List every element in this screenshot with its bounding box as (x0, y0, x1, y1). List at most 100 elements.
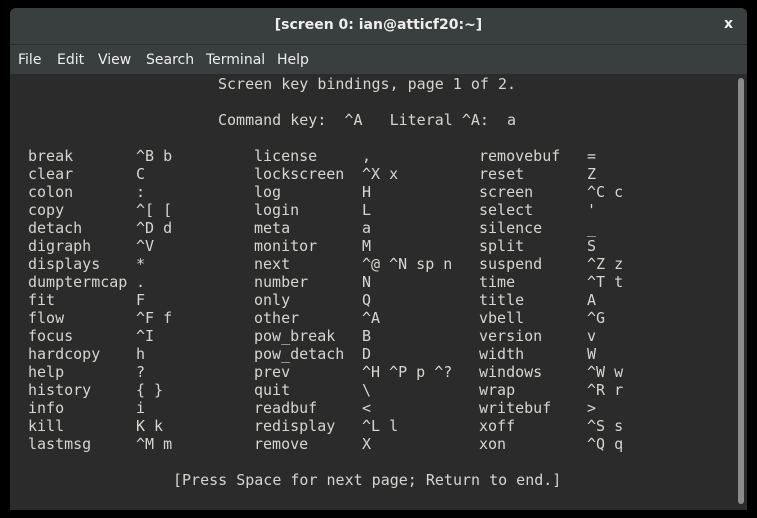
command-name: xoff (479, 417, 516, 435)
footer-prompt: [Press Space for next page; Return to en… (173, 471, 562, 489)
key-binding: ^Z z (587, 255, 624, 273)
command-name: wrap (479, 381, 516, 399)
key-binding: Q (362, 291, 372, 309)
key-binding: F (136, 291, 146, 309)
command-name: readbuf (254, 399, 318, 417)
key-binding: A (587, 291, 597, 309)
command-name: number (254, 273, 309, 291)
command-name: prev (254, 363, 291, 381)
command-name: help (28, 363, 65, 381)
command-key-line: Command key: ^A Literal ^A: a (218, 111, 517, 129)
command-name: break (28, 147, 74, 165)
key-binding: ^C c (587, 183, 624, 201)
key-binding: ^B b (136, 147, 173, 165)
command-name: lockscreen (254, 165, 345, 183)
key-binding: ^Q q (587, 435, 624, 453)
command-name: focus (28, 327, 74, 345)
menu-file[interactable]: File (18, 52, 41, 68)
command-name: suspend (479, 255, 543, 273)
menu-help[interactable]: Help (277, 52, 309, 68)
key-binding: ^[ [ (136, 201, 173, 219)
scrollbar-thumb[interactable] (738, 78, 744, 504)
command-name: flow (28, 309, 65, 327)
key-binding: = (587, 147, 597, 165)
command-name: fit (28, 291, 56, 309)
key-binding: ^V (136, 237, 155, 255)
key-binding: { } (136, 381, 164, 399)
key-binding: _ (587, 219, 597, 237)
key-binding: ^W w (587, 363, 624, 381)
command-name: reset (479, 165, 525, 183)
command-name: pow_break (254, 327, 336, 345)
command-name: time (479, 273, 516, 291)
key-binding: i (136, 399, 146, 417)
key-binding: ' (587, 201, 597, 219)
menu-terminal[interactable]: Terminal (206, 52, 265, 68)
command-name: lastmsg (28, 435, 92, 453)
command-name: only (254, 291, 291, 309)
command-name: split (479, 237, 525, 255)
key-binding: ^@ ^N sp n (362, 255, 453, 273)
menu-edit[interactable]: Edit (57, 52, 84, 68)
menu-view[interactable]: View (98, 52, 131, 68)
key-binding: ^R r (587, 381, 624, 399)
terminal-window: [screen 0: ian@atticf20:~] x File Edit V… (10, 8, 747, 510)
command-name: copy (28, 201, 65, 219)
window-title: [screen 0: ian@atticf20:~] (274, 17, 483, 33)
menu-search[interactable]: Search (146, 52, 194, 68)
scrollbar[interactable] (735, 74, 747, 510)
command-name: version (479, 327, 543, 345)
command-name: vbell (479, 309, 525, 327)
key-binding: C (136, 165, 146, 183)
key-binding: M (362, 237, 372, 255)
command-name: writebuf (479, 399, 552, 417)
key-binding: : (136, 183, 146, 201)
key-binding: ^X x (362, 165, 399, 183)
key-binding: . (136, 273, 146, 291)
command-name: digraph (28, 237, 92, 255)
command-name: hardcopy (28, 345, 101, 363)
command-name: other (254, 309, 300, 327)
key-binding: ^G (587, 309, 606, 327)
key-binding: ^L l (362, 417, 399, 435)
key-binding: < (362, 399, 372, 417)
key-binding: D (362, 345, 372, 363)
key-binding: N (362, 273, 372, 291)
command-name: info (28, 399, 65, 417)
key-binding: v (587, 327, 597, 345)
key-binding: B (362, 327, 372, 345)
terminal-content[interactable]: Screen key bindings, page 1 of 2. Comman… (10, 74, 735, 510)
command-name: clear (28, 165, 74, 183)
command-name: license (254, 147, 318, 165)
command-name: detach (28, 219, 83, 237)
key-binding: h (136, 345, 146, 363)
key-binding: ? (136, 363, 146, 381)
key-binding: H (362, 183, 372, 201)
command-name: colon (28, 183, 74, 201)
key-binding: ^D d (136, 219, 173, 237)
key-binding: ^F f (136, 309, 173, 327)
command-name: removebuf (479, 147, 561, 165)
close-icon[interactable]: x (724, 16, 733, 32)
command-name: screen (479, 183, 534, 201)
key-binding: X (362, 435, 372, 453)
command-name: kill (28, 417, 65, 435)
title-bar[interactable]: [screen 0: ian@atticf20:~] x (10, 8, 747, 45)
command-name: log (254, 183, 282, 201)
key-binding: , (362, 147, 372, 165)
command-name: select (479, 201, 534, 219)
menu-bar: File Edit View Search Terminal Help (10, 45, 747, 74)
command-name: silence (479, 219, 543, 237)
command-name: next (254, 255, 291, 273)
command-name: windows (479, 363, 543, 381)
bindings-header: Screen key bindings, page 1 of 2. (218, 75, 517, 93)
key-binding: ^I (136, 327, 155, 345)
key-binding: > (587, 399, 597, 417)
command-name: login (254, 201, 300, 219)
key-binding: L (362, 201, 372, 219)
command-name: title (479, 291, 525, 309)
key-binding: ^H ^P p ^? (362, 363, 453, 381)
command-name: remove (254, 435, 309, 453)
command-name: redisplay (254, 417, 336, 435)
key-binding: ^A (362, 309, 381, 327)
